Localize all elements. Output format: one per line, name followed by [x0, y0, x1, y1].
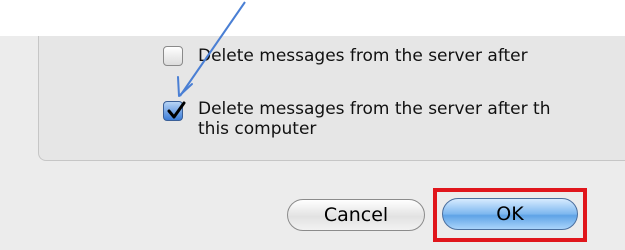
preferences-dialog: Delete messages from the server after De… — [0, 0, 625, 250]
annotation-arrow-icon — [177, 1, 246, 97]
